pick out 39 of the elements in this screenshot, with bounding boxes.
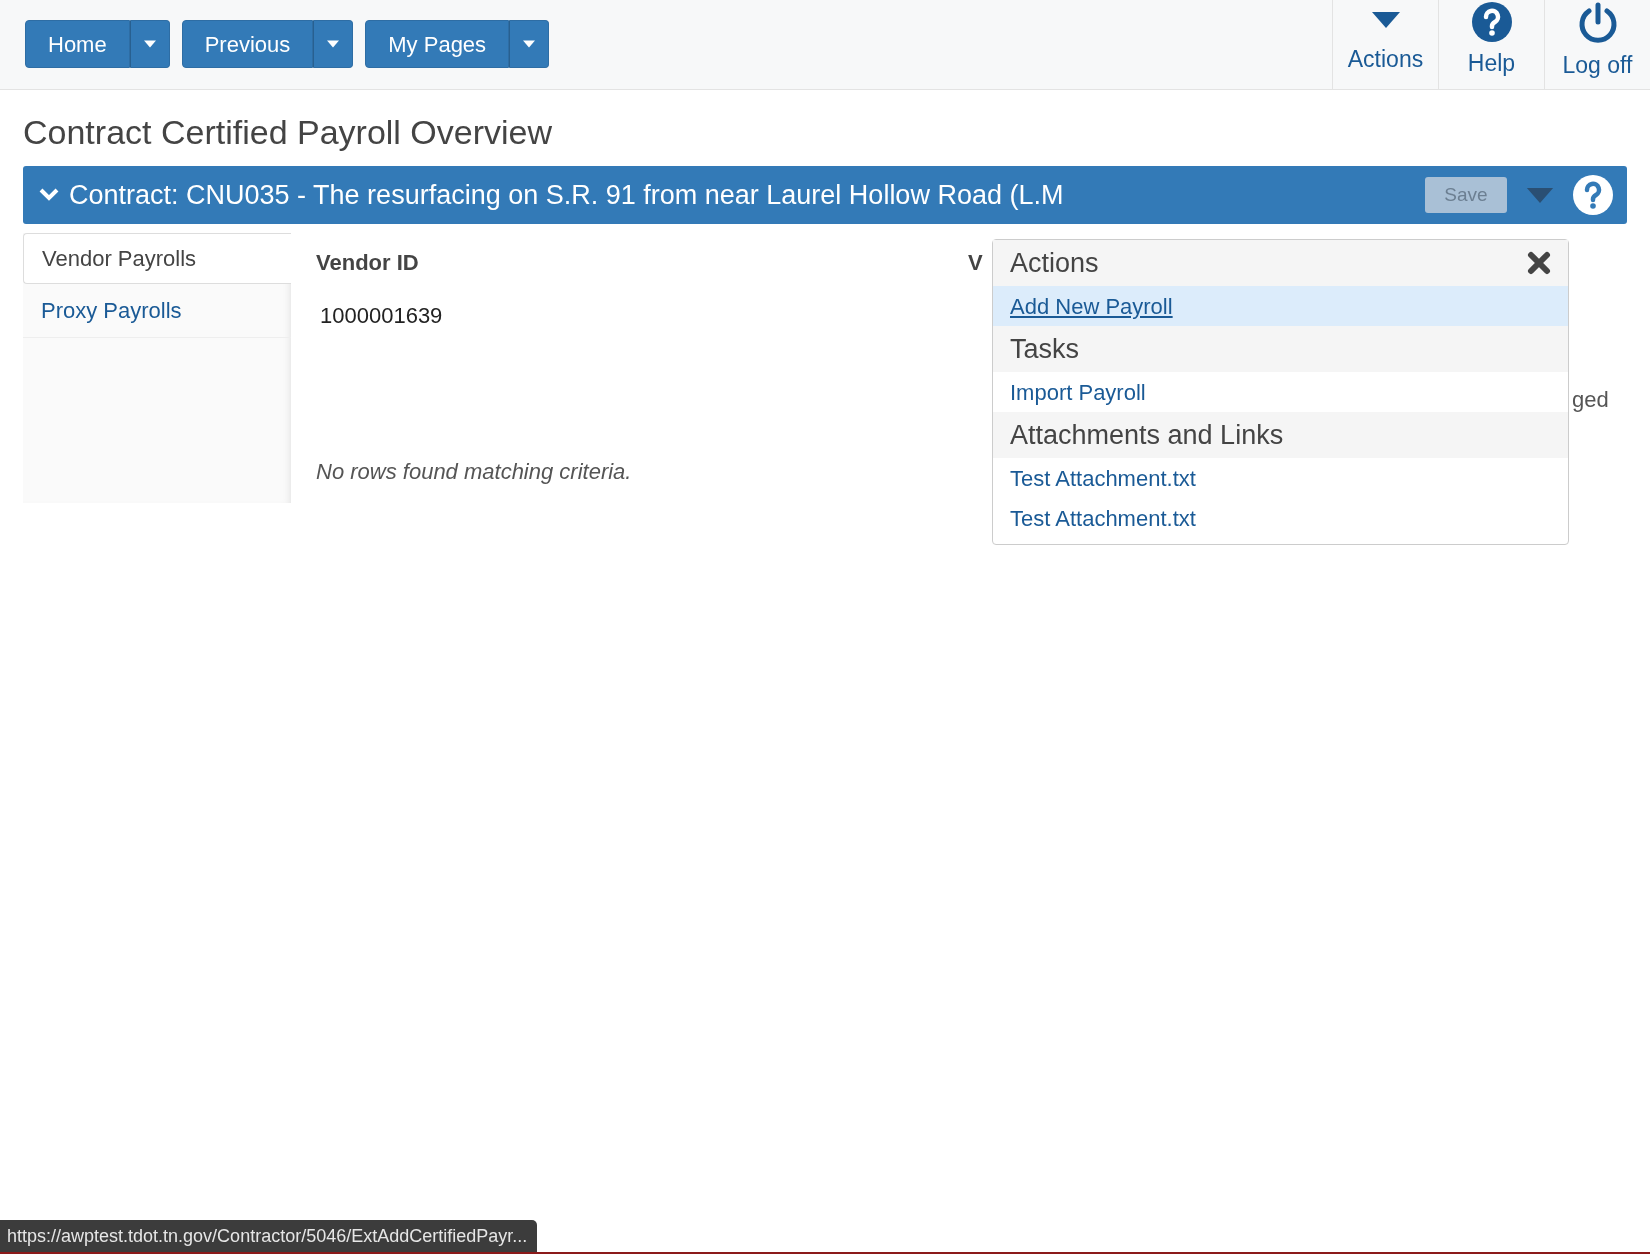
help-icon[interactable] [1573, 175, 1613, 215]
close-icon[interactable] [1527, 251, 1551, 275]
menu-item[interactable]: Test Attachment.txt [993, 498, 1568, 538]
nav-button[interactable]: Previous [181, 20, 314, 68]
caret-icon [523, 40, 536, 48]
menu-link[interactable]: Add New Payroll [1010, 289, 1173, 323]
column-text-fragment: ged [1572, 386, 1609, 414]
menu-item[interactable]: Test Attachment.txt [993, 458, 1568, 498]
toolbar-button[interactable]: Actions [1332, 0, 1438, 90]
toolbar-button[interactable]: Log off [1544, 0, 1650, 90]
nav-dropdown-button[interactable] [129, 20, 170, 68]
empty-message: No rows found matching criteria. [316, 458, 632, 486]
section-heading: Attachments and Links [1010, 418, 1284, 452]
caret-icon [1526, 187, 1554, 203]
menu-item[interactable]: Import Payroll [993, 372, 1568, 412]
page-title: Contract Certified Payroll Overview [23, 112, 554, 152]
nav-dropdown-button[interactable] [313, 20, 354, 68]
power-icon [1577, 2, 1618, 44]
section-heading: Tasks [1010, 332, 1080, 366]
menu-link[interactable]: Test Attachment.txt [1010, 501, 1196, 535]
menu-link[interactable]: Import Payroll [1010, 375, 1146, 409]
nav-button[interactable]: My Pages [365, 20, 510, 68]
nav-dropdown-button[interactable] [509, 20, 550, 68]
chevron-down-icon[interactable] [39, 188, 59, 202]
toolbar-button[interactable]: Help [1438, 0, 1544, 90]
column-header: Vendor ID [316, 249, 420, 277]
caret-icon [327, 40, 340, 48]
section-heading: Actions [1010, 246, 1099, 280]
menu-link[interactable]: Test Attachment.txt [1010, 461, 1196, 495]
sidebar-tab[interactable]: Vendor Payrolls [23, 233, 291, 284]
caret-icon [143, 40, 156, 48]
status-url-tooltip: https://awptest.tdot.tn.gov/Contractor/5046/ExtAddCertifiedPayr... [0, 1220, 538, 1252]
table-cell-text: 1000001639 [320, 302, 443, 330]
caret-icon [1371, 12, 1400, 28]
column-header: V [968, 249, 983, 277]
nav-button[interactable]: Home [25, 20, 130, 68]
sidebar-tab[interactable]: Proxy Payrolls [23, 284, 291, 338]
menu-item[interactable]: Add New Payroll [993, 286, 1568, 326]
contract-title: Contract: CNU035 - The resurfacing on S.R. 91 from near Laurel Hollow Road (L.M [69, 178, 1064, 212]
